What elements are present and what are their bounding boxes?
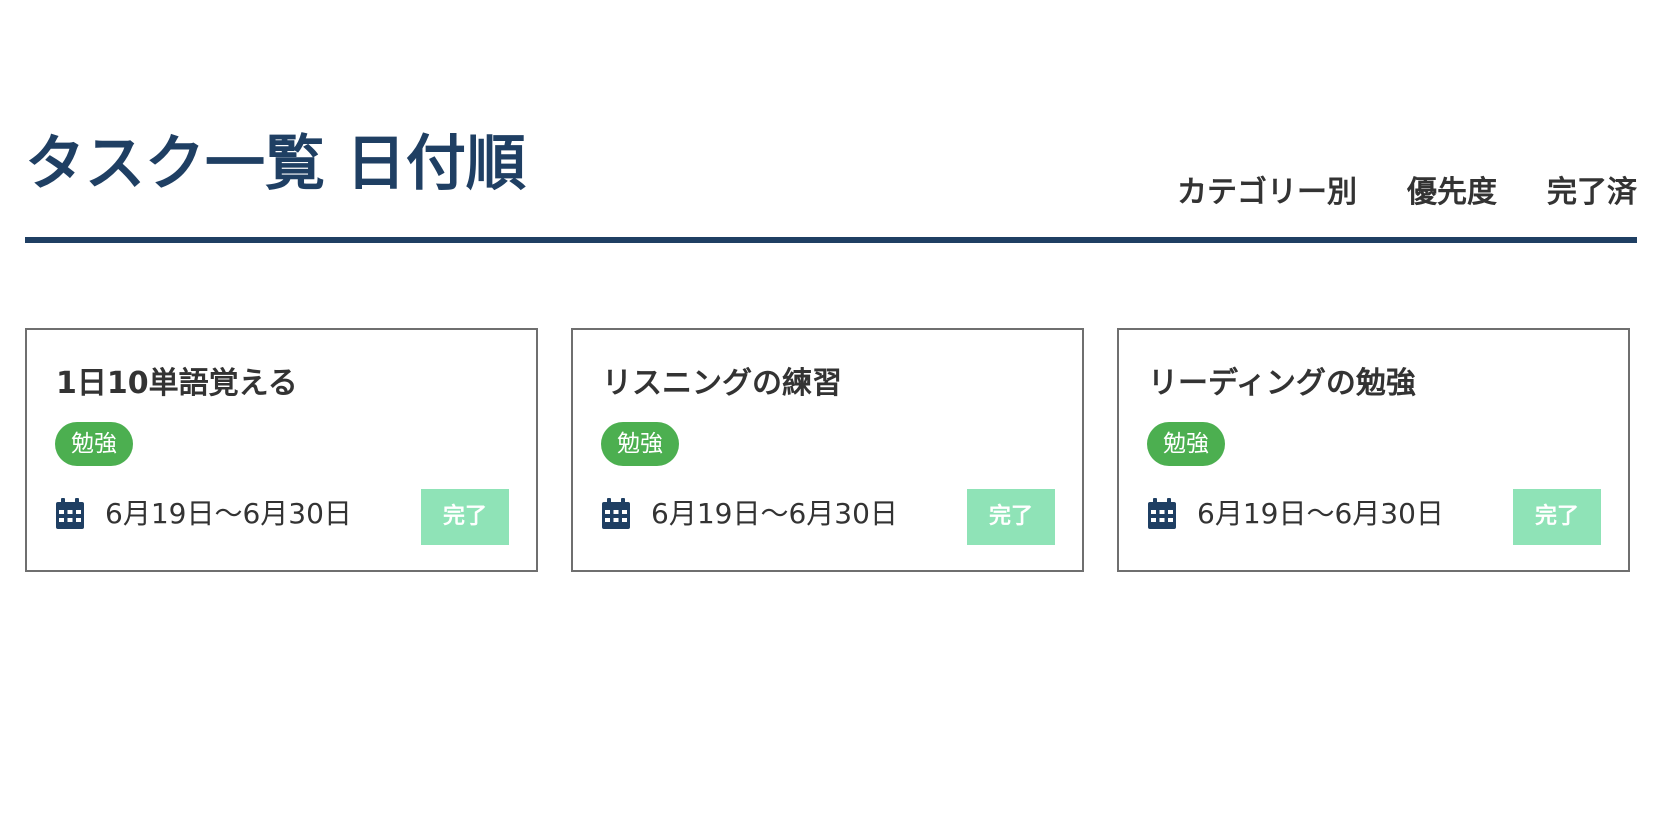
task-card-list: 1日10単語覚える 勉強 6月19日〜6月30日 完了 リスニングの練習 勉強 …: [25, 328, 1630, 572]
nav-category-link[interactable]: カテゴリー別: [1177, 172, 1357, 214]
date-range: 6月19日〜6月30日: [1147, 496, 1444, 532]
nav-completed-link[interactable]: 完了済: [1547, 172, 1637, 214]
calendar-icon: [56, 498, 84, 529]
calendar-icon: [602, 498, 630, 529]
nav-priority-link[interactable]: 優先度: [1407, 172, 1497, 214]
task-card: リーディングの勉強 勉強 6月19日〜6月30日 完了: [1117, 328, 1630, 572]
task-card: リスニングの練習 勉強 6月19日〜6月30日 完了: [571, 328, 1084, 572]
date-range-text: 6月19日〜6月30日: [105, 497, 352, 530]
task-title: リーディングの勉強: [1148, 366, 1416, 401]
category-badge: 勉強: [55, 422, 133, 466]
date-range: 6月19日〜6月30日: [601, 496, 898, 532]
header-divider: [25, 237, 1637, 243]
page-title: タスク一覧 日付順: [25, 129, 526, 199]
category-badge: 勉強: [601, 422, 679, 466]
date-range: 6月19日〜6月30日: [55, 496, 352, 532]
task-title: リスニングの練習: [602, 366, 842, 401]
task-list-page: タスク一覧 日付順 カテゴリー別 優先度 完了済 1日10単語覚える 勉強 6月…: [25, 0, 1637, 572]
task-card: 1日10単語覚える 勉強 6月19日〜6月30日 完了: [25, 328, 538, 572]
category-badge: 勉強: [1147, 422, 1225, 466]
sort-navigation: カテゴリー別 優先度 完了済: [1177, 172, 1637, 214]
date-range-text: 6月19日〜6月30日: [1197, 497, 1444, 530]
date-range-text: 6月19日〜6月30日: [651, 497, 898, 530]
complete-button[interactable]: 完了: [421, 489, 509, 545]
task-title: 1日10単語覚える: [56, 366, 298, 401]
page-header: タスク一覧 日付順 カテゴリー別 優先度 完了済: [25, 0, 1637, 244]
complete-button[interactable]: 完了: [967, 489, 1055, 545]
complete-button[interactable]: 完了: [1513, 489, 1601, 545]
calendar-icon: [1148, 498, 1176, 529]
